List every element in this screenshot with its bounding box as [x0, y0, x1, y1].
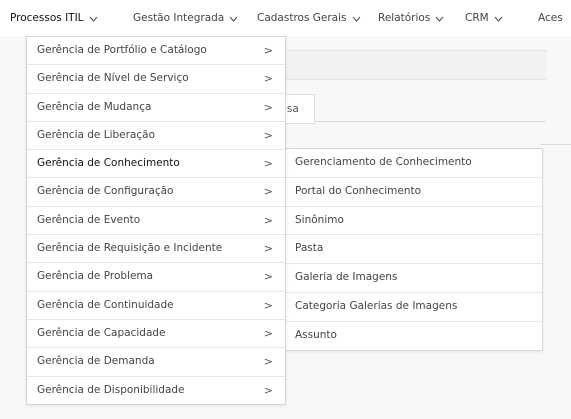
submenu-item-portal-conhecimento[interactable]: Portal do Conhecimento — [285, 178, 542, 207]
menu-item-label: Gerência de Configuração — [37, 185, 174, 198]
menu-item-label: Gerência de Portfólio e Catálogo — [37, 44, 207, 56]
menu-item-label: Gerência de Demanda — [37, 355, 155, 368]
submenu-item-gerenciamento-conhecimento[interactable]: Gerenciamento de Conhecimento — [285, 149, 542, 178]
background-panel — [540, 144, 571, 245]
submenu-item-label: Assunto — [295, 328, 337, 341]
top-navigation: Processos ITIL Gestão Integrada Cadastro… — [0, 0, 571, 36]
chevron-right-icon: > — [263, 298, 273, 312]
submenu-gerencia-conhecimento: Gerenciamento de Conhecimento Portal do … — [284, 148, 543, 351]
menu-item-label: Gerência de Problema — [37, 270, 154, 283]
background-tab-divider — [314, 121, 546, 122]
submenu-item-label: Galeria de Imagens — [295, 271, 398, 284]
background-toolbar — [284, 50, 547, 80]
menu-item-liberacao[interactable]: Gerência de Liberação > — [27, 122, 285, 151]
submenu-item-label: Gerenciamento de Conhecimento — [295, 156, 472, 168]
chevron-down-icon — [89, 11, 98, 27]
submenu-item-label: Portal do Conhecimento — [295, 184, 422, 197]
menu-item-label: Gerência de Nível de Serviço — [37, 72, 189, 85]
nav-label: Processos ITIL — [10, 12, 84, 24]
submenu-item-assunto[interactable]: Assunto — [285, 322, 542, 350]
menu-item-continuidade[interactable]: Gerência de Continuidade > — [27, 292, 285, 320]
menu-item-label: Gerência de Liberação — [37, 128, 155, 141]
chevron-right-icon: > — [263, 72, 273, 86]
submenu-item-sinonimo[interactable]: Sinônimo — [285, 207, 542, 236]
submenu-item-categoria-galerias[interactable]: Categoria Galerias de Imagens — [285, 293, 542, 322]
menu-item-label: Gerência de Evento — [37, 213, 141, 226]
menu-item-label: Gerência de Capacidade — [37, 326, 166, 339]
nav-acesso[interactable]: Aces — [538, 10, 563, 26]
nav-label: Relatórios — [378, 12, 431, 24]
chevron-right-icon: > — [263, 100, 273, 114]
menu-item-label: Gerência de Continuidade — [37, 298, 174, 311]
nav-processos-itil[interactable]: Processos ITIL — [10, 10, 98, 26]
nav-crm[interactable]: CRM — [465, 10, 503, 26]
dropdown-processos-itil: Gerência de Portfólio e Catálogo > Gerênc… — [26, 36, 286, 405]
menu-item-evento[interactable]: Gerência de Evento > — [27, 207, 285, 236]
nav-label: Gestão Integrada — [133, 12, 225, 24]
nav-label: Cadastros Gerais — [257, 12, 347, 24]
chevron-down-icon — [494, 11, 503, 27]
background-tab[interactable]: isa — [284, 94, 315, 124]
submenu-item-label: Pasta — [295, 242, 324, 255]
menu-item-label: Gerência de Requisição e Incidente — [37, 242, 223, 255]
nav-gestao-integrada[interactable]: Gestão Integrada — [133, 10, 238, 26]
chevron-right-icon: > — [263, 270, 273, 284]
menu-item-configuracao[interactable]: Gerência de Configuração > — [27, 178, 285, 207]
menu-item-label: Gerência de Conhecimento — [37, 157, 180, 170]
submenu-item-label: Sinônimo — [295, 213, 344, 226]
background-tab-label: isa — [284, 103, 299, 115]
submenu-item-label: Categoria Galerias de Imagens — [295, 299, 458, 312]
nav-label: Aces — [538, 12, 563, 24]
chevron-right-icon: > — [263, 185, 273, 199]
menu-item-label: Gerência de Mudança — [37, 100, 152, 113]
menu-item-problema[interactable]: Gerência de Problema > — [27, 263, 285, 292]
menu-item-capacidade[interactable]: Gerência de Capacidade > — [27, 320, 285, 349]
nav-cadastros-gerais[interactable]: Cadastros Gerais — [257, 10, 361, 26]
menu-item-conhecimento[interactable]: Gerência de Conhecimento > — [27, 150, 285, 179]
menu-item-portfolio-catalogo[interactable]: Gerência de Portfólio e Catálogo > — [27, 37, 285, 66]
nav-relatorios[interactable]: Relatórios — [378, 10, 444, 26]
chevron-right-icon: > — [263, 157, 273, 171]
chevron-right-icon: > — [263, 355, 273, 369]
nav-label: CRM — [465, 12, 489, 24]
menu-item-mudanca[interactable]: Gerência de Mudança > — [27, 94, 285, 122]
chevron-right-icon: > — [263, 44, 273, 57]
chevron-right-icon: > — [263, 213, 273, 227]
chevron-right-icon: > — [263, 383, 273, 397]
chevron-right-icon: > — [263, 242, 273, 256]
chevron-right-icon: > — [263, 326, 273, 340]
menu-item-nivel-servico[interactable]: Gerência de Nível de Serviço > — [27, 65, 285, 94]
submenu-item-galeria-imagens[interactable]: Galeria de Imagens — [285, 264, 542, 293]
chevron-down-icon — [435, 11, 444, 27]
menu-item-requisicao-incidente[interactable]: Gerência de Requisição e Incidente > — [27, 235, 285, 264]
menu-item-label: Gerência de Disponibilidade — [37, 383, 185, 396]
chevron-down-icon — [352, 11, 361, 27]
menu-item-demanda[interactable]: Gerência de Demanda > — [27, 348, 285, 377]
menu-item-disponibilidade[interactable]: Gerência de Disponibilidade > — [27, 377, 285, 404]
chevron-right-icon: > — [263, 128, 273, 142]
chevron-down-icon — [229, 11, 238, 27]
submenu-item-pasta[interactable]: Pasta — [285, 235, 542, 265]
